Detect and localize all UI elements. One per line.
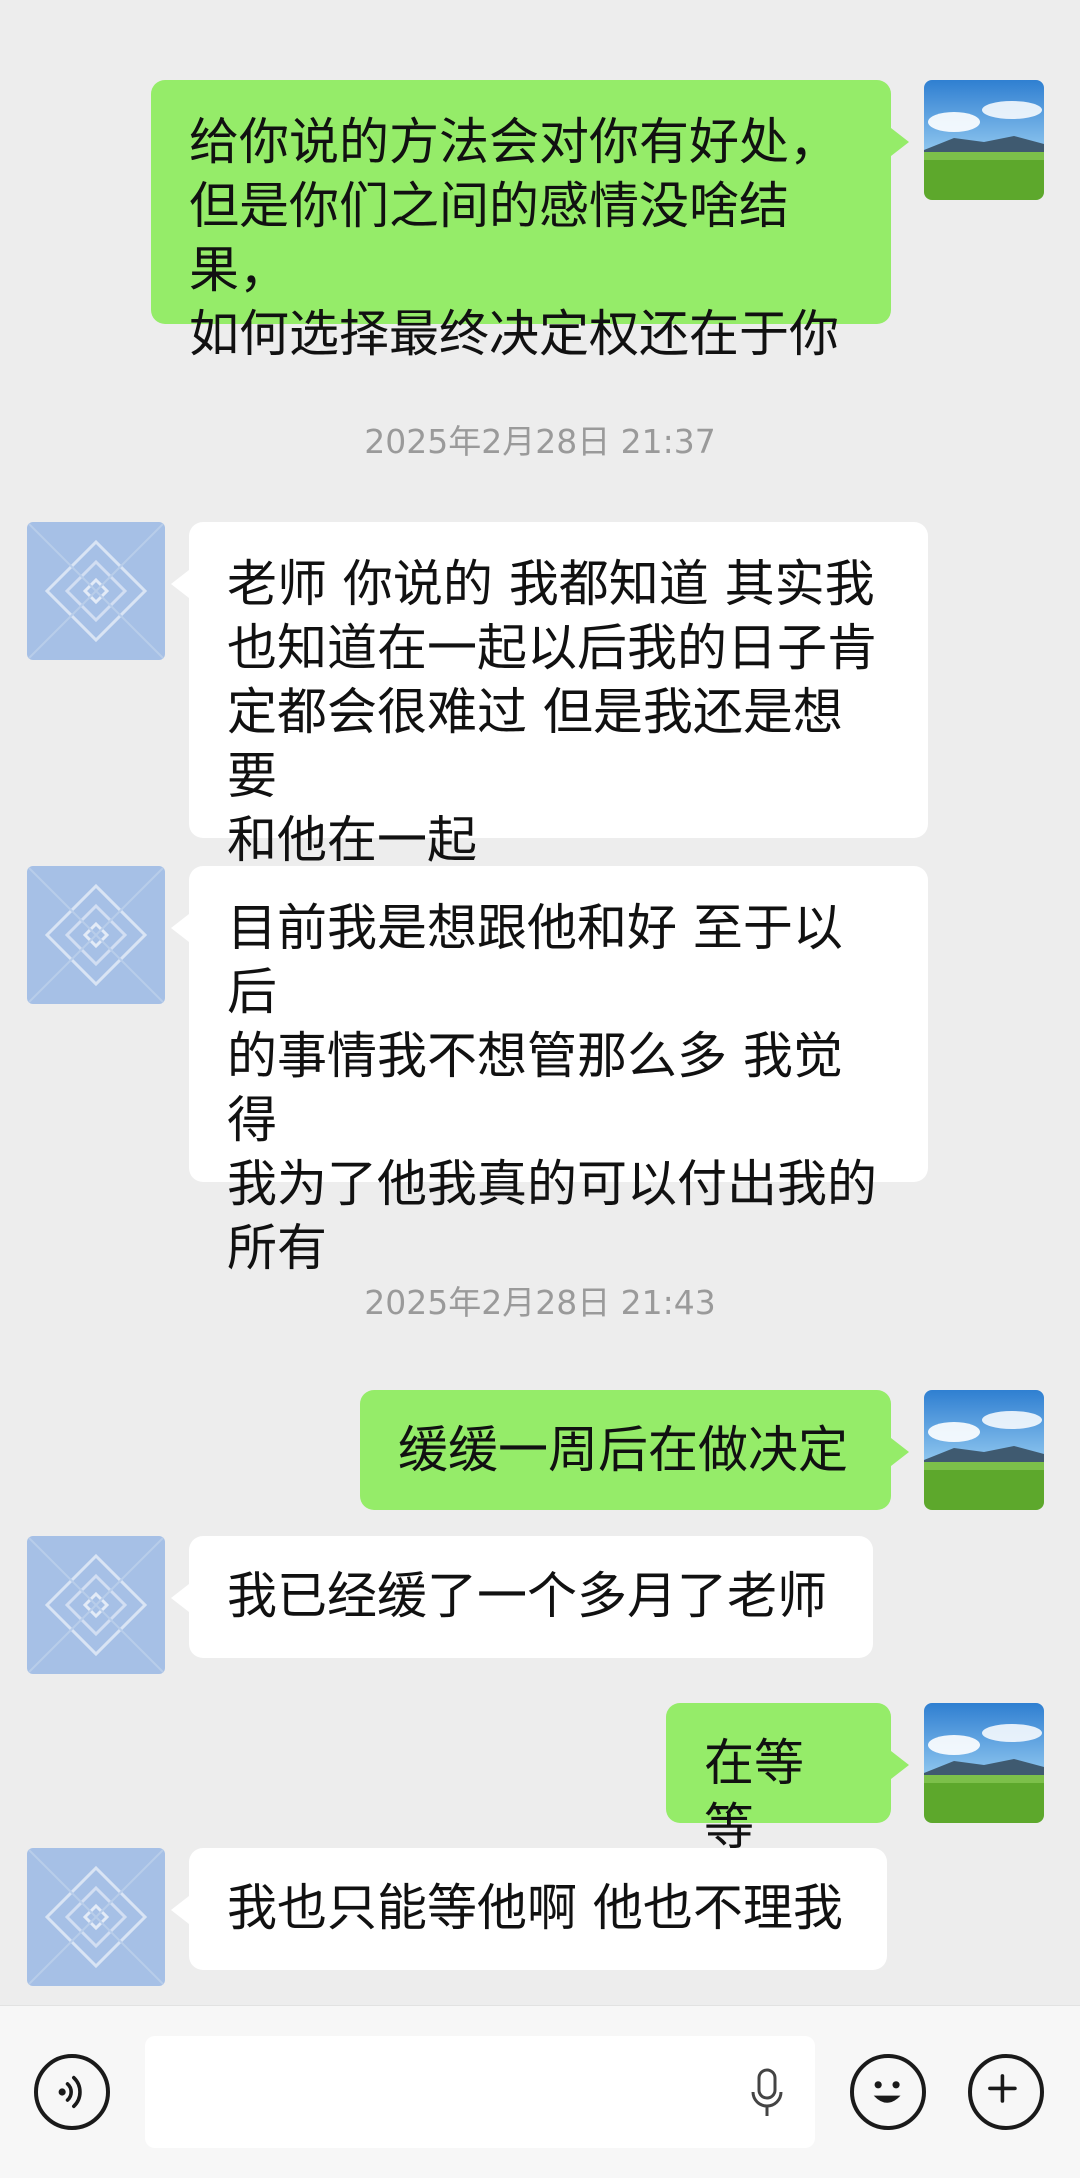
message-bubble-incoming[interactable]: 我也只能等他啊 他也不理我 [171,1848,887,1970]
microphone-icon[interactable] [747,2066,787,2122]
landscape-avatar-icon [924,80,1044,200]
input-bar [0,2005,1080,2178]
message-bubble-incoming[interactable]: 我已经缓了一个多月了老师 [171,1536,873,1658]
message-bubble-outgoing[interactable]: 在等等 [666,1703,909,1856]
timestamp: 2025年2月28日 21:37 [364,422,716,461]
voice-icon [58,2075,82,2109]
message-bubble-incoming[interactable]: 目前我是想跟他和好 至于以后 的事情我不想管那么多 我觉得 我为了他我真的可以付… [171,866,928,1277]
message-input[interactable] [145,2036,815,2148]
emoji-icon [873,2081,901,2103]
contact-avatar[interactable] [27,1848,165,1986]
my-avatar[interactable] [924,1390,1044,1510]
emoji-button[interactable] [850,2054,926,2130]
chat-area[interactable]: 给你说的方法会对你有好处， 但是你们之间的感情没啥结果， 如何选择最终决定权还在… [0,0,1080,2000]
more-actions-button[interactable] [968,2054,1044,2130]
pattern-avatar-icon [27,866,165,1004]
pattern-avatar-icon [27,1536,165,1674]
plus-icon [988,2074,1017,2103]
landscape-avatar-icon [924,1703,1044,1823]
message-bubble-outgoing[interactable]: 给你说的方法会对你有好处， 但是你们之间的感情没啥结果， 如何选择最终决定权还在… [151,80,909,363]
timestamp: 2025年2月28日 21:43 [364,1283,716,1322]
my-avatar[interactable] [924,1703,1044,1823]
contact-avatar[interactable] [27,866,165,1004]
pattern-avatar-icon [27,1848,165,1986]
voice-toggle-button[interactable] [34,2054,110,2130]
message-bubble-outgoing[interactable]: 缓缓一周后在做决定 [360,1390,909,1510]
landscape-avatar-icon [924,1390,1044,1510]
contact-avatar[interactable] [27,522,165,660]
my-avatar[interactable] [924,80,1044,200]
pattern-avatar-icon [27,522,165,660]
message-bubble-incoming[interactable]: 老师 你说的 我都知道 其实我 也知道在一起以后我的日子肯 定都会很难过 但是我… [171,522,928,869]
contact-avatar[interactable] [27,1536,165,1674]
